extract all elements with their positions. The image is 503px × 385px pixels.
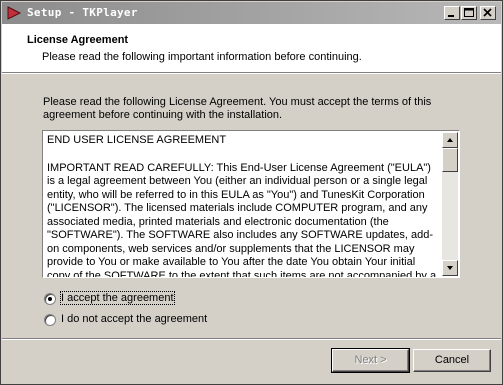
minimize-button[interactable] (444, 6, 460, 20)
header-divider (2, 72, 501, 74)
page-title: License Agreement (27, 34, 129, 46)
window-title: Setup - TKPlayer (27, 6, 138, 19)
app-icon (6, 5, 22, 21)
maximize-icon (464, 8, 474, 17)
vertical-scrollbar[interactable] (442, 132, 458, 276)
next-label: Next > (354, 354, 387, 366)
cancel-label: Cancel (434, 354, 470, 366)
decline-radio[interactable] (44, 314, 56, 326)
wizard-header: License Agreement Please read the follow… (2, 24, 501, 72)
title-bar[interactable]: Setup - TKPlayer (2, 2, 501, 24)
close-icon (483, 8, 492, 17)
intro-text: Please read the following License Agreem… (43, 96, 432, 121)
scroll-down-button[interactable] (442, 260, 458, 276)
radio-selected-dot (48, 297, 52, 301)
accept-label[interactable]: I accept the agreement (60, 291, 175, 305)
close-button[interactable] (480, 6, 496, 20)
decline-label[interactable]: I do not accept the agreement (61, 313, 207, 325)
maximize-button[interactable] (461, 6, 477, 20)
footer-divider (2, 338, 501, 340)
setup-window: Setup - TKPlayer License Agreement Pleas… (0, 0, 503, 385)
cancel-button[interactable]: Cancel (413, 349, 491, 372)
minimize-icon (448, 15, 454, 17)
license-heading: END USER LICENSE AGREEMENT (47, 134, 227, 146)
page-subtitle: Please read the following important info… (42, 51, 362, 63)
license-text: END USER LICENSE AGREEMENT IMPORTANT REA… (47, 134, 439, 278)
scroll-thumb[interactable] (442, 148, 458, 172)
license-body: IMPORTANT READ CAREFULLY: This End-User … (47, 161, 437, 278)
scroll-down-icon (447, 266, 453, 270)
scroll-up-icon (447, 138, 453, 142)
license-textbox[interactable]: END USER LICENSE AGREEMENT IMPORTANT REA… (42, 130, 460, 278)
scroll-up-button[interactable] (442, 132, 458, 148)
next-button[interactable]: Next > (331, 348, 410, 373)
accept-radio[interactable] (44, 293, 56, 305)
